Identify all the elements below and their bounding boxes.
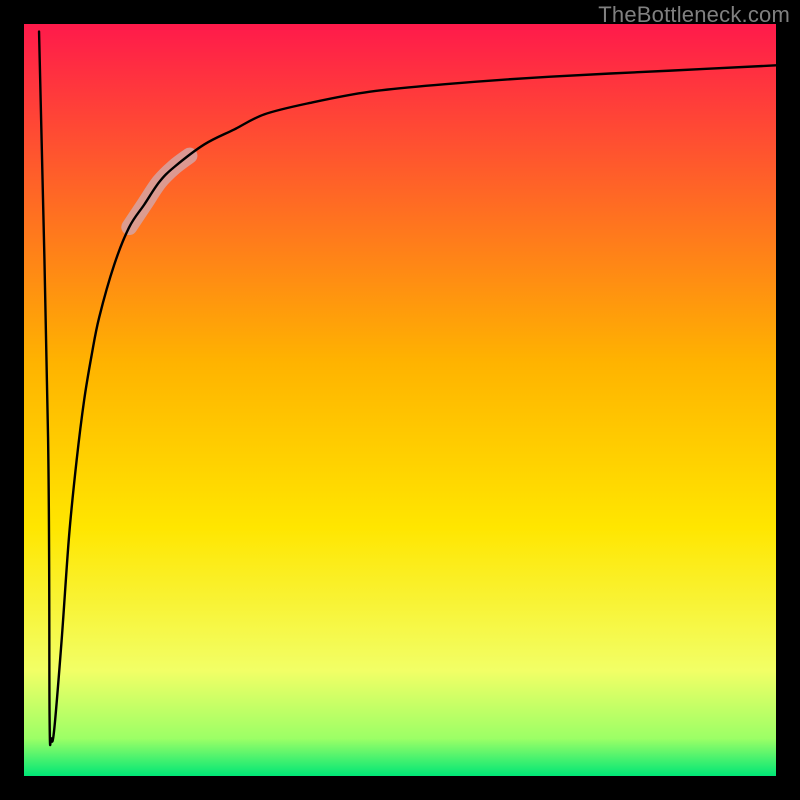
bottleneck-chart [0,0,800,800]
watermark-text: TheBottleneck.com [598,2,790,28]
chart-container: TheBottleneck.com [0,0,800,800]
chart-background-gradient [24,24,776,776]
